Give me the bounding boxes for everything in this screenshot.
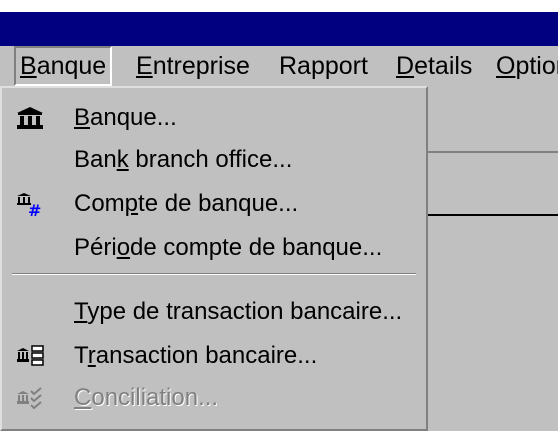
menu-banque[interactable]: Banque xyxy=(14,46,113,86)
menu-item-bank-branch-office[interactable]: Bank branch office... xyxy=(2,140,426,180)
menu-item-conciliation: Conciliation... xyxy=(2,378,426,418)
bank-transaction-icon xyxy=(17,345,44,366)
menu-entreprise[interactable]: Entreprise xyxy=(136,46,250,86)
title-bar xyxy=(0,12,558,46)
menu-item-transaction-bancaire[interactable]: Transaction bancaire... xyxy=(2,336,426,376)
menu-item-banque[interactable]: Banque... xyxy=(2,98,426,138)
screen: Banque Entreprise Rapport Details Optior xyxy=(0,0,558,431)
menu-item-periode-compte-de-banque[interactable]: Période compte de banque... xyxy=(2,228,426,268)
menu-options[interactable]: Optior xyxy=(496,46,558,86)
menu-item-type-de-transaction-bancaire[interactable]: Type de transaction bancaire... xyxy=(2,292,426,332)
svg-text:#: # xyxy=(28,201,41,216)
banque-dropdown-menu: Banque... Bank branch office... # Compte… xyxy=(0,86,428,431)
menu-rapport[interactable]: Rapport xyxy=(279,46,368,86)
bank-icon xyxy=(17,107,43,129)
menu-bar: Banque Entreprise Rapport Details Optior xyxy=(0,46,558,86)
menu-item-compte-de-banque[interactable]: # Compte de banque... xyxy=(2,184,426,224)
menu-separator xyxy=(12,273,416,275)
reconciliation-icon xyxy=(17,387,42,410)
menu-details[interactable]: Details xyxy=(396,46,472,86)
bank-account-icon: # xyxy=(17,193,41,216)
